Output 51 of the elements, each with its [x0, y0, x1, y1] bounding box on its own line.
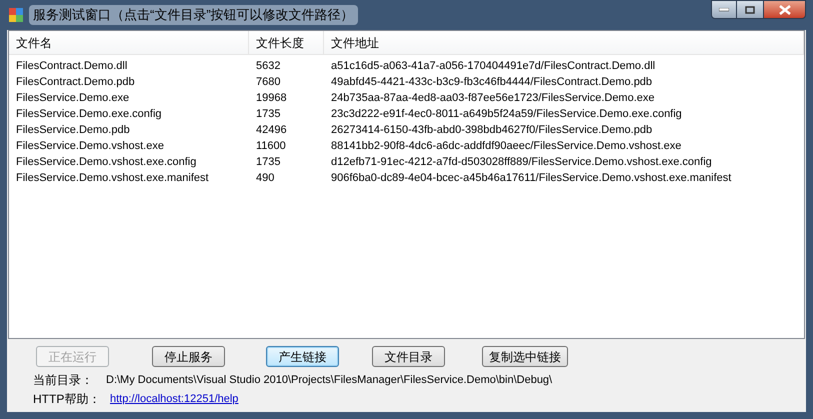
table-cell: FilesService.Demo.exe.config [16, 108, 162, 120]
action-button[interactable]: 复制选中链接 [482, 346, 568, 367]
http-help-label: HTTP帮助： [33, 391, 102, 408]
file-row[interactable]: FilesService.Demo.vshost.exe 11600 88141bb2-90f8-4dc6-a6dc-addfdf90aeec/FilesService.Demo.vshost.exe [9, 137, 804, 153]
table-cell: 5632 [256, 60, 280, 72]
close-button[interactable] [763, 0, 806, 19]
table-cell: FilesService.Demo.exe [16, 92, 130, 104]
table-cell: 88141bb2-90f8-4dc6-a6dc-addfdf90aeec/FilesService.Demo.vshost.exe [331, 140, 682, 152]
table-cell: FilesContract.Demo.pdb [16, 76, 135, 88]
table-cell: 7680 [256, 76, 280, 88]
column-header[interactable]: 文件地址 [324, 31, 804, 54]
action-button[interactable]: 产生链接 [266, 346, 339, 367]
file-row[interactable]: FilesContract.Demo.pdb 7680 49abfd45-4421-433c-b3c9-fb3c46fb4444/FilesContract.Demo.pdb [9, 73, 804, 89]
action-button[interactable]: 文件目录 [372, 346, 445, 367]
file-row[interactable]: FilesService.Demo.vshost.exe.config 1735 d12efb71-91ec-4212-a7fd-d503028ff889/FilesService.Demo.vshost.exe.config [9, 153, 804, 169]
minimize-button[interactable] [711, 0, 737, 19]
file-row[interactable]: FilesService.Demo.exe 19968 24b735aa-87aa-4ed8-aa03-f87ee56e1723/FilesService.Demo.exe [9, 89, 804, 105]
table-cell: d12efb71-91ec-4212-a7fd-d503028ff889/FilesService.Demo.vshost.exe.config [331, 156, 712, 168]
table-cell: FilesService.Demo.vshost.exe.config [16, 156, 196, 168]
help-link[interactable]: http://localhost:12251/help [110, 390, 238, 408]
table-cell: a51c16d5-a063-41a7-a056-170404491e7d/FilesContract.Demo.dll [331, 60, 656, 72]
column-header[interactable]: 文件长度 [249, 31, 324, 54]
file-row[interactable]: FilesContract.Demo.dll 5632 a51c16d5-a063-41a7-a056-170404491e7d/FilesContract.Demo.dll [9, 57, 804, 73]
table-cell: 42496 [256, 124, 287, 136]
table-cell: FilesService.Demo.pdb [16, 124, 130, 136]
table-cell: 49abfd45-4421-433c-b3c9-fb3c46fb4444/FilesContract.Demo.pdb [331, 76, 652, 88]
file-row[interactable]: FilesService.Demo.pdb 42496 26273414-6150-43fb-abd0-398bdb4627f0/FilesService.Demo.pdb [9, 121, 804, 137]
minimize-icon [719, 8, 729, 12]
table-cell: 1735 [256, 156, 280, 168]
restore-icon [745, 6, 755, 14]
action-button[interactable]: 停止服务 [152, 346, 225, 367]
table-cell: 24b735aa-87aa-4ed8-aa03-f87ee56e1723/FilesService.Demo.exe [331, 92, 655, 104]
table-cell: 11600 [256, 140, 286, 152]
file-row[interactable]: FilesService.Demo.vshost.exe.manifest 490 906f6ba0-dc89-4e04-bcec-a45b46a17611/FilesService.Demo.vshost.exe.manifest [9, 169, 804, 185]
close-icon [778, 4, 790, 14]
table-cell: 19968 [256, 92, 287, 104]
table-cell: 906f6ba0-dc89-4e04-bcec-a45b46a17611/FilesService.Demo.vshost.exe.manifest [331, 172, 732, 184]
table-cell: FilesService.Demo.vshost.exe [16, 140, 164, 152]
table-cell: FilesService.Demo.vshost.exe.manifest [16, 172, 209, 184]
app-icon [9, 8, 23, 22]
column-header[interactable]: 文件名 [9, 31, 249, 54]
window-title: 服务测试窗口（点击“文件目录”按钮可以修改文件路径） [29, 5, 358, 25]
current-dir-path: D:\My Documents\Visual Studio 2010\Projects\FilesManager\FilesService.Demo\bin\Debug\ [106, 372, 552, 388]
maximize-button[interactable] [737, 0, 763, 19]
table-cell: 490 [256, 172, 274, 184]
table-cell: 1735 [256, 108, 280, 120]
table-cell: FilesContract.Demo.dll [16, 60, 128, 72]
table-cell: 26273414-6150-43fb-abd0-398bdb4627f0/FilesService.Demo.pdb [331, 124, 652, 136]
table-cell: 23c3d222-e91f-4ec0-8011-a649b5f24a59/FilesService.Demo.exe.config [331, 108, 682, 120]
file-row[interactable]: FilesService.Demo.exe.config 1735 23c3d222-e91f-4ec0-8011-a649b5f24a59/FilesService.Demo.exe.config [9, 105, 804, 121]
current-dir-label: 当前目录： [33, 372, 94, 389]
